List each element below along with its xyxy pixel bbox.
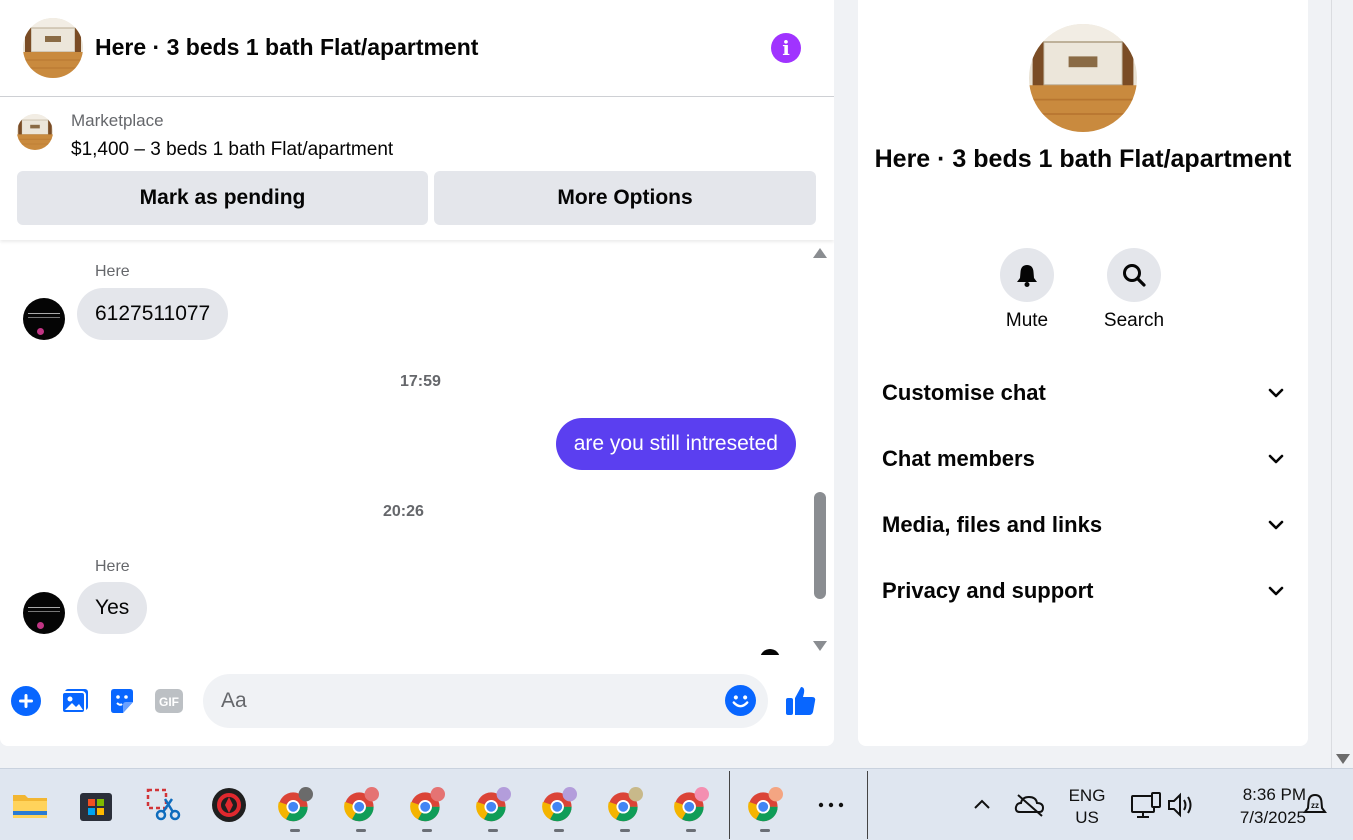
chevron-down-icon <box>1268 454 1284 464</box>
taskbar-running-indicator <box>290 829 300 832</box>
language-indicator[interactable]: ENG US <box>1062 785 1112 829</box>
section-media-files-links[interactable]: Media, files and links <box>882 505 1284 545</box>
chevron-down-icon <box>1268 586 1284 596</box>
section-label: Customise chat <box>882 380 1046 405</box>
search-icon <box>1123 264 1146 287</box>
avatar[interactable] <box>23 592 65 634</box>
section-label: Chat members <box>882 446 1035 471</box>
volume-icon[interactable] <box>1164 787 1200 823</box>
more-options-button[interactable]: More Options <box>434 171 816 225</box>
listing-title[interactable]: $1,400 – 3 beds 1 bath Flat/apartment <box>71 139 393 161</box>
mute-button[interactable]: Mute <box>987 248 1067 332</box>
composer: GIF <box>0 655 834 746</box>
taskbar-running-indicator <box>356 829 366 832</box>
plus-circle-icon[interactable] <box>11 686 41 716</box>
chevron-down-icon <box>1268 520 1284 530</box>
scrollbar-thumb[interactable] <box>814 492 826 599</box>
section-chat-members[interactable]: Chat members <box>882 439 1284 479</box>
taskbar-divider <box>867 771 868 839</box>
region-code: US <box>1075 808 1099 827</box>
clock-date: 7/3/2025 <box>1239 808 1306 827</box>
chrome-icon[interactable] <box>409 787 445 823</box>
chat-panel: Here · 3 beds 1 bath Flat/apartment i Ma… <box>0 0 834 746</box>
gif-icon[interactable]: GIF <box>154 686 184 716</box>
chrome-icon[interactable] <box>343 787 379 823</box>
taskbar-divider <box>729 771 730 839</box>
svg-text:GIF: GIF <box>159 695 179 709</box>
mark-as-pending-button[interactable]: Mark as pending <box>17 171 428 225</box>
sticker-icon[interactable] <box>107 686 137 716</box>
taskbar-running-indicator <box>554 829 564 832</box>
thumbs-up-icon[interactable] <box>784 684 818 718</box>
message-timestamp: 17:59 <box>400 373 441 390</box>
chrome-icon[interactable] <box>277 787 313 823</box>
conversation-title[interactable]: Here · 3 beds 1 bath Flat/apartment <box>95 34 478 61</box>
snipping-tool-icon[interactable] <box>145 787 181 823</box>
emoji-icon[interactable] <box>725 685 756 716</box>
outgoing-message[interactable]: are you still intreseted <box>555 418 796 470</box>
sender-name: Here <box>95 263 130 280</box>
chrome-icon[interactable] <box>541 787 577 823</box>
chevron-down-icon <box>1268 388 1284 398</box>
chrome-icon[interactable] <box>475 787 511 823</box>
taskbar-running-indicator <box>760 829 770 832</box>
taskbar: ENG US 8:36 PM 7/3/2025 zz <box>0 768 1353 840</box>
notifications-icon[interactable]: zz <box>1301 787 1329 823</box>
section-customise-chat[interactable]: Customise chat <box>882 373 1284 413</box>
message-list[interactable]: Here 6127511077 17:59 are you still intr… <box>0 240 834 655</box>
system-clock[interactable]: 8:36 PM 7/3/2025 <box>1208 783 1306 829</box>
photo-icon[interactable] <box>60 686 90 716</box>
scroll-down-arrow[interactable] <box>813 641 827 651</box>
page-scroll-down-arrow[interactable] <box>1336 754 1350 764</box>
microsoft-store-icon[interactable] <box>78 787 114 823</box>
chat-header: Here · 3 beds 1 bath Flat/apartment i <box>0 0 834 97</box>
section-privacy-support[interactable]: Privacy and support <box>882 571 1284 611</box>
clock-time: 8:36 PM <box>1242 785 1306 804</box>
search-label: Search <box>1103 310 1165 331</box>
info-icon[interactable]: i <box>771 33 801 63</box>
message-timestamp: 20:26 <box>383 503 424 520</box>
listing-category: Marketplace <box>71 111 164 130</box>
more-icon[interactable] <box>813 787 849 823</box>
chevron-up-icon[interactable] <box>964 787 1000 823</box>
chrome-icon[interactable] <box>607 787 643 823</box>
section-label: Privacy and support <box>882 578 1094 603</box>
incoming-message[interactable]: Yes <box>77 582 148 634</box>
game-booster-icon[interactable] <box>211 787 247 823</box>
listing-thumbnail[interactable] <box>17 114 53 150</box>
language-code: ENG <box>1068 786 1106 805</box>
taskbar-running-indicator <box>488 829 498 832</box>
scroll-up-arrow[interactable] <box>813 248 827 258</box>
message-input[interactable] <box>203 674 768 728</box>
chrome-icon[interactable] <box>673 787 709 823</box>
marketplace-listing-bar: Marketplace $1,400 – 3 beds 1 bath Flat/… <box>0 97 834 240</box>
sender-name: Here <box>95 558 130 575</box>
search-button[interactable]: Search <box>1094 248 1174 332</box>
network-icon[interactable] <box>1128 787 1164 823</box>
mute-label: Mute <box>1005 310 1049 331</box>
taskbar-running-indicator <box>686 829 696 832</box>
info-panel-title: Here · 3 beds 1 bath Flat/apartment <box>874 145 1292 173</box>
incoming-message[interactable]: 6127511077 <box>77 288 229 340</box>
bell-icon <box>1017 265 1037 287</box>
conversation-avatar[interactable] <box>23 18 83 78</box>
svg-text:zz: zz <box>1311 801 1319 810</box>
chrome-icon[interactable] <box>747 787 783 823</box>
file-explorer-icon[interactable] <box>12 787 48 823</box>
cloud-offline-icon[interactable] <box>1012 787 1048 823</box>
conversation-info-panel: Here · 3 beds 1 bath Flat/apartment Mute… <box>858 0 1308 746</box>
page-scrollbar[interactable] <box>1331 0 1353 768</box>
taskbar-running-indicator <box>620 829 630 832</box>
section-label: Media, files and links <box>882 512 1103 537</box>
avatar[interactable] <box>23 298 65 340</box>
conversation-avatar-large[interactable] <box>1029 24 1137 132</box>
taskbar-running-indicator <box>422 829 432 832</box>
